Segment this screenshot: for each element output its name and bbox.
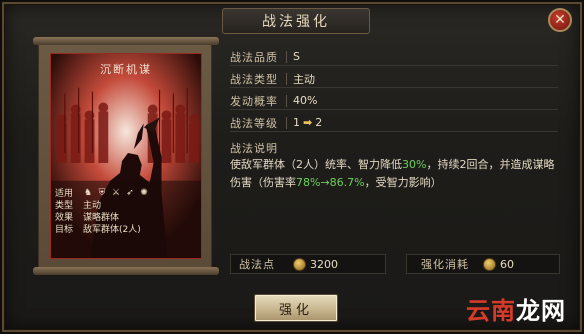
stat-label: 战法品质 (230, 50, 278, 64)
description-highlight: 86.7% (329, 176, 365, 189)
stat-label: 战法类型 (230, 72, 278, 86)
description-text: ，受智力影响） (364, 176, 442, 189)
points-value: 3200 (310, 257, 338, 271)
level-to: 2 (315, 116, 323, 129)
tactic-name: 沉断机谋 (100, 63, 152, 76)
scroll-rod-bottom (33, 267, 219, 275)
description-highlight: 78% (296, 176, 321, 189)
divider (286, 50, 287, 63)
watermark: 云南龙网 (466, 291, 566, 326)
shield-icon: ⛨ (98, 188, 106, 198)
bow-icon: ➶ (126, 188, 134, 198)
stat-value: 主动 (293, 72, 315, 86)
info-value: 敌军群体(2人) (83, 225, 141, 235)
divider (286, 116, 287, 129)
stat-row-quality: 战法品质 S (230, 48, 558, 66)
stat-label: 发动概率 (230, 94, 278, 108)
tactic-scroll: 沉断机谋 适用 ♞ ⛨ ⚔ ➶ ✺ 类型 主动 效果 谋略群体 目标 敌军群体(… (33, 37, 219, 275)
info-key: 适用 (55, 189, 74, 199)
troop-type-icons: ♞ ⛨ ⚔ ➶ ✺ (83, 188, 149, 200)
divider (286, 72, 287, 85)
info-key: 目标 (55, 225, 74, 235)
points-label: 战法点 (239, 258, 275, 271)
description-highlight: 30% (402, 158, 427, 171)
info-value: 主动 (83, 201, 102, 211)
divider (286, 94, 287, 107)
close-button[interactable]: ✕ (548, 8, 572, 32)
siege-icon: ✺ (140, 188, 148, 198)
tactic-points-box: 战法点 3200 (230, 254, 386, 274)
description-arrow: → (320, 176, 330, 189)
info-row-applicable: 适用 ♞ ⛨ ⚔ ➶ ✺ (55, 188, 199, 200)
stat-value: S (293, 50, 300, 63)
enhance-cost-box: 强化消耗 60 (406, 254, 560, 274)
stat-row-type: 战法类型 主动 (230, 70, 558, 88)
tactic-enhance-window: 战法强化 ✕ 沉断机谋 适用 ♞ ⛨ ⚔ ➶ ✺ 类型 主动 效果 谋略群体 目… (2, 2, 582, 332)
coin-icon (293, 257, 306, 271)
info-key: 类型 (55, 201, 74, 211)
cost-value: 60 (500, 257, 514, 271)
arrow-right-icon: ➡ (303, 116, 313, 129)
description-title: 战法说明 (230, 142, 278, 155)
info-row-type: 类型 主动 (55, 200, 199, 212)
watermark-text: 龙网 (516, 297, 566, 325)
tactic-description: 使敌军群体（2人）统率、智力降低30%，持续2回合，并造成谋略伤害（伤害率78%… (230, 156, 560, 192)
info-row-effect: 效果 谋略群体 (55, 212, 199, 224)
description-text: 使敌军群体（2人）统率、智力降低 (230, 158, 402, 171)
tactic-card: 沉断机谋 适用 ♞ ⛨ ⚔ ➶ ✺ 类型 主动 效果 谋略群体 目标 敌军群体(… (50, 53, 202, 259)
watermark-text: 云南 (466, 297, 516, 325)
scroll-rod-top (33, 37, 219, 45)
cost-label: 强化消耗 (421, 258, 469, 271)
stat-label: 战法等级 (230, 116, 278, 130)
info-row-target: 目标 敌军群体(2人) (55, 224, 199, 236)
cavalry-icon: ♞ (83, 188, 93, 198)
stat-value: 40% (293, 94, 318, 107)
stat-row-chance: 发动概率 40% (230, 92, 558, 110)
info-key: 效果 (55, 213, 74, 223)
tactic-info: 适用 ♞ ⛨ ⚔ ➶ ✺ 类型 主动 效果 谋略群体 目标 敌军群体(2人) (55, 188, 199, 236)
spear-icon: ⚔ (111, 188, 121, 198)
window-title: 战法强化 (222, 8, 370, 34)
info-value: 谋略群体 (83, 213, 120, 223)
level-from: 1 (293, 116, 300, 129)
coin-icon (483, 257, 496, 271)
stat-row-level: 战法等级 1 ➡ 2 (230, 114, 558, 132)
enhance-button[interactable]: 强化 (254, 294, 338, 322)
